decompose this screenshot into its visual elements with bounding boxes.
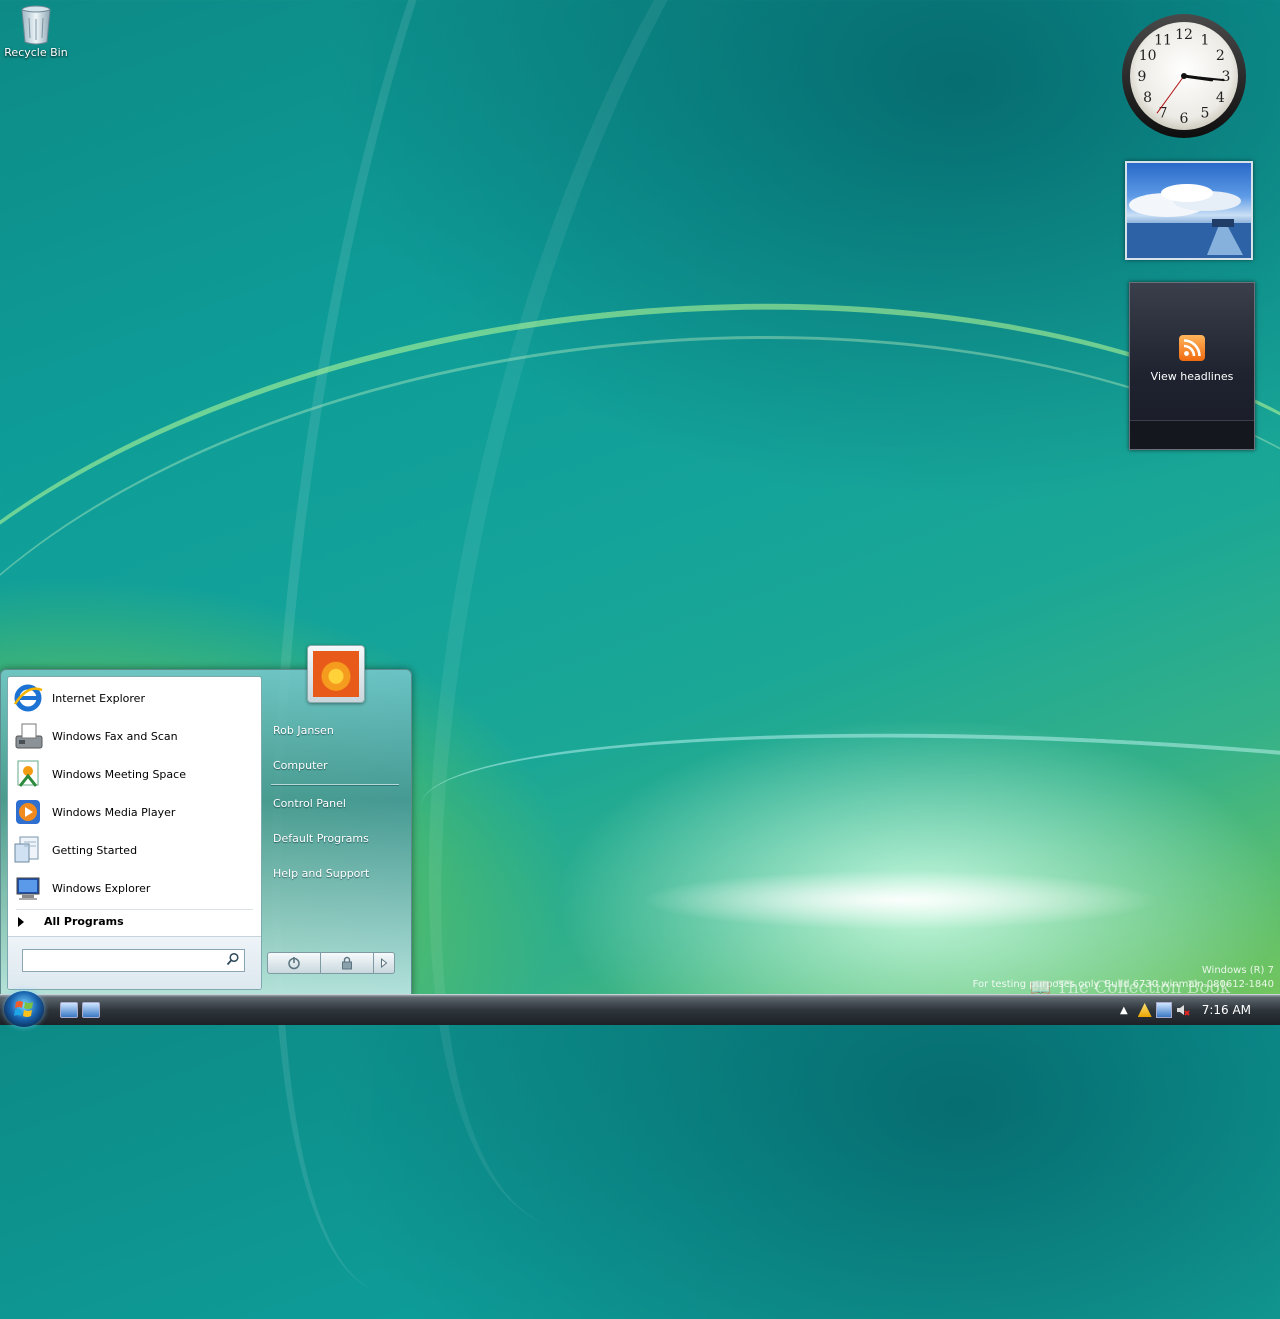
clock-numeral: 9: [1138, 69, 1147, 85]
start-link-user-folder[interactable]: Rob Jansen: [273, 724, 334, 737]
power-icon: [288, 957, 300, 970]
network-icon[interactable]: [1155, 1002, 1172, 1018]
fax-scan-icon: [12, 720, 44, 752]
power-options-arrow[interactable]: [374, 952, 395, 974]
start-link-help-support[interactable]: Help and Support: [273, 867, 369, 880]
power-button[interactable]: [267, 952, 321, 974]
start-button[interactable]: [4, 991, 44, 1027]
user-picture[interactable]: [307, 645, 365, 703]
start-link-control-panel[interactable]: Control Panel: [273, 797, 346, 810]
clock-numeral: 2: [1216, 48, 1225, 64]
program-label: Internet Explorer: [52, 691, 145, 705]
program-windows-meeting-space[interactable]: Windows Meeting Space: [12, 757, 257, 791]
rss-feed-icon: [1179, 335, 1205, 361]
feed-headlines-gadget[interactable]: View headlines: [1129, 282, 1255, 450]
volume-muted-icon[interactable]: [1176, 1003, 1190, 1017]
recycle-bin-label: Recycle Bin: [4, 46, 68, 59]
notification-area: ▲ 7:16 AM: [1120, 995, 1280, 1025]
programs-separator: [16, 909, 253, 910]
wallpaper-streak: [306, 0, 1170, 1291]
clock-numeral: 5: [1201, 105, 1210, 121]
quick-launch-switch-windows[interactable]: [82, 1002, 100, 1018]
clock-numeral: 4: [1216, 90, 1225, 106]
taskbar-clock[interactable]: 7:16 AM: [1202, 1003, 1251, 1017]
watermark-line: Windows (R) 7: [1201, 965, 1274, 976]
program-label: Windows Explorer: [52, 881, 151, 895]
view-headlines-link[interactable]: View headlines: [1130, 370, 1254, 383]
wallpaper-streak: [190, 0, 800, 1319]
program-getting-started[interactable]: Getting Started: [12, 833, 257, 867]
action-center-warning-icon[interactable]: [1137, 1003, 1152, 1017]
wallpaper-streak: [415, 703, 1280, 981]
program-label: Windows Meeting Space: [52, 767, 186, 781]
clock-gadget[interactable]: 12 1 2 3 4 5 6 7 8 9 10 11: [1120, 12, 1248, 140]
recycle-bin-shortcut[interactable]: Recycle Bin: [4, 2, 68, 59]
windows-explorer-icon: [12, 872, 44, 904]
clock-numeral: 12: [1175, 27, 1193, 43]
slideshow-gadget[interactable]: [1125, 161, 1253, 260]
start-search-input[interactable]: [22, 949, 245, 972]
clock-numeral: 6: [1180, 111, 1189, 127]
user-flower-image: [313, 651, 359, 697]
slideshow-image: [1127, 184, 1251, 258]
arrow-right-icon: [381, 958, 388, 968]
clock-numeral: 11: [1154, 33, 1172, 49]
start-link-computer[interactable]: Computer: [273, 759, 328, 772]
start-menu-programs-pane: Internet Explorer Windows Fax and Scan W…: [7, 676, 262, 990]
clock-numeral: 10: [1139, 48, 1157, 64]
program-windows-media-player[interactable]: Windows Media Player: [12, 795, 257, 829]
right-pane-separator: [271, 784, 399, 785]
lock-icon: [342, 956, 352, 970]
taskbar: ▲ 7:16 AM: [0, 991, 1280, 1027]
power-controls: [267, 952, 397, 974]
clock-numeral: 3: [1222, 69, 1231, 85]
start-menu: Internet Explorer Windows Fax and Scan W…: [0, 645, 412, 997]
feed-gadget-footer: [1130, 420, 1254, 449]
wallpaper-glow: [640, 870, 1160, 930]
meeting-space-icon: [12, 758, 44, 790]
all-programs-label: All Programs: [44, 915, 124, 928]
clock-numeral: 1: [1201, 33, 1210, 49]
arrow-right-icon: [18, 916, 24, 927]
recycle-bin-icon: [19, 4, 53, 45]
quick-launch-show-desktop[interactable]: [60, 1002, 78, 1018]
windows-logo-icon: [14, 1001, 33, 1017]
chevron-up-icon[interactable]: ▲: [1120, 1005, 1128, 1016]
start-link-default-programs[interactable]: Default Programs: [273, 832, 369, 845]
program-label: Getting Started: [52, 843, 138, 857]
start-search-area: [8, 936, 261, 989]
clock-numeral: 8: [1143, 90, 1152, 106]
lock-button[interactable]: [321, 952, 374, 974]
program-windows-explorer[interactable]: Windows Explorer: [12, 871, 257, 905]
internet-explorer-icon: [12, 682, 44, 714]
program-windows-fax-and-scan[interactable]: Windows Fax and Scan: [12, 719, 257, 753]
program-internet-explorer[interactable]: Internet Explorer: [12, 681, 257, 715]
program-label: Windows Fax and Scan: [52, 729, 178, 743]
program-label: Windows Media Player: [52, 805, 176, 819]
media-player-icon: [12, 796, 44, 828]
search-icon[interactable]: [226, 952, 240, 969]
clock-numeral: 7: [1159, 105, 1168, 121]
getting-started-icon: [12, 834, 44, 866]
all-programs-button[interactable]: All Programs: [18, 915, 124, 928]
